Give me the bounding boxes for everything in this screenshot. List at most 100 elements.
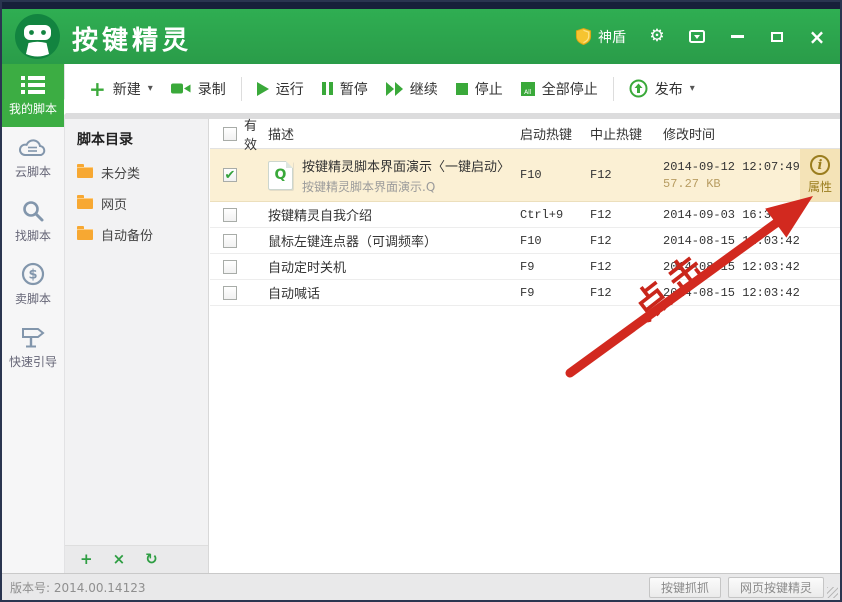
sidebar-item-sell-scripts[interactable]: $ 卖脚本 [2,253,64,316]
start-hotkey: F10 [520,168,590,182]
add-folder-button[interactable]: + [80,552,93,567]
button-label: 发布 [655,79,683,99]
column-header-start-hotkey: 启动热键 [520,128,572,143]
record-button[interactable]: 录制 [162,73,235,105]
folder-item-uncategorized[interactable]: 未分类 [65,157,208,188]
properties-label: 属性 [808,178,832,195]
sidebar-item-label: 找脚本 [15,227,51,244]
stop-all-button[interactable]: All 全部停止 [512,73,607,105]
app-title: 按键精灵 [72,20,192,57]
sidebar-item-label: 云脚本 [15,163,51,180]
start-hotkey: Ctrl+9 [520,208,590,222]
close-button[interactable]: × [808,28,826,46]
shield-badge[interactable]: 神盾 [575,27,626,47]
modified-time: 2014-08-15 12:03:42 [663,260,800,274]
version-label: 版本号: 2014.00.14123 [2,579,145,596]
settings-button[interactable]: ⚙ [648,28,666,46]
table-row[interactable]: 按键精灵自我介绍 Ctrl+9 F12 2014-09-03 16:35:5 [210,202,840,228]
column-header-valid: 有效 [244,115,268,153]
signpost-icon [20,325,46,349]
button-label: 停止 [475,79,503,99]
sidebar-item-cloud-scripts[interactable]: 云脚本 [2,127,64,190]
script-title: 按键精灵脚本界面演示〈一键启动〉 [302,156,510,175]
directory-actions-bar: + × ↻ [65,545,208,573]
stop-all-icon: All [521,82,535,96]
continue-button[interactable]: 继续 [377,73,447,105]
modified-time: 2014-09-12 12:07:49 [663,160,800,174]
resize-grip[interactable] [827,587,838,598]
file-size: 57.27 KB [663,177,800,191]
run-button[interactable]: 运行 [248,73,313,105]
maximize-button[interactable] [768,28,786,46]
refresh-button[interactable]: ↻ [145,552,158,567]
row-checkbox[interactable] [223,286,237,300]
start-hotkey: F10 [520,234,590,248]
delete-icon: × [113,550,126,568]
table-row-selected[interactable]: ✔ Q 按键精灵脚本界面演示〈一键启动〉 按键精灵脚本界面演示.Q F10 F1… [210,149,840,202]
button-label: 运行 [276,79,304,99]
properties-button[interactable]: i 属性 [800,149,840,201]
abort-hotkey: F12 [590,208,663,222]
folder-item-auto-backup[interactable]: 自动备份 [65,219,208,250]
modified-time: 2014-08-15 12:03:42 [663,234,800,248]
start-hotkey: F9 [520,286,590,300]
sidebar-item-find-scripts[interactable]: 找脚本 [2,190,64,253]
maximize-icon [771,32,783,42]
publish-button[interactable]: 发布 ▾ [620,73,704,105]
modified-time: 2014-08-15 12:03:42 [663,286,800,300]
button-label: 暂停 [340,79,368,99]
info-icon: i [810,155,830,175]
new-script-button[interactable]: + 新建 ▾ [80,73,162,105]
web-quickmacro-button[interactable]: 网页按键精灵 [728,577,824,598]
key-spy-button[interactable]: 按键抓抓 [649,577,721,598]
pause-button[interactable]: 暂停 [313,73,377,105]
close-icon: × [809,27,826,47]
app-window: 按键精灵 神盾 ⚙ [0,0,842,602]
panel-dropdown-icon [689,30,705,43]
script-title: 鼠标左键连点器（可调频率） [268,231,437,250]
folder-label: 网页 [101,194,127,213]
delete-folder-button[interactable]: × [113,552,126,567]
publish-icon [629,79,648,98]
titlebar: 按键精灵 神盾 ⚙ [2,9,840,64]
column-header-modified-time: 修改时间 [663,128,715,143]
folder-label: 未分类 [101,163,140,182]
sidebar: 我的脚本 云脚本 找脚本 $ 卖脚本 [2,64,65,573]
select-all-checkbox[interactable] [223,127,237,141]
folder-label: 自动备份 [101,225,153,244]
shield-icon [575,27,592,46]
folder-icon [77,198,93,209]
list-icon [20,74,46,96]
play-icon [257,82,269,96]
minimize-button[interactable] [728,28,746,46]
button-label: 录制 [198,79,226,99]
sidebar-item-my-scripts[interactable]: 我的脚本 [2,64,64,127]
table-row[interactable]: 自动喊话 F9 F12 2014-08-15 12:03:42 [210,280,840,306]
row-checkbox[interactable] [223,234,237,248]
sidebar-item-label: 卖脚本 [15,290,51,307]
row-checkbox[interactable] [223,260,237,274]
dollar-icon: $ [21,262,45,286]
folder-icon [77,167,93,178]
stop-button[interactable]: 停止 [447,73,512,105]
toolbar: + 新建 ▾ 录制 运行 暂停 继续 [65,64,840,113]
table-row[interactable]: 自动定时关机 F9 F12 2014-08-15 12:03:42 [210,254,840,280]
script-title: 按键精灵自我介绍 [268,205,372,224]
script-table: 有效 描述 启动热键 中止热键 修改时间 ✔ Q 按键精灵脚本界面演示〈一键启动… [210,119,840,573]
abort-hotkey: F12 [590,260,663,274]
skin-panel-button[interactable] [688,28,706,46]
toolbar-separator [613,77,614,101]
row-checkbox[interactable] [223,208,237,222]
table-row[interactable]: 鼠标左键连点器（可调频率） F10 F12 2014-08-15 12:03:4… [210,228,840,254]
button-label: 新建 [113,79,141,99]
chevron-down-icon: ▾ [690,83,695,94]
refresh-icon: ↻ [145,550,158,568]
sidebar-item-label: 快速引导 [9,353,57,370]
camera-icon [171,81,191,96]
row-checkbox-checked[interactable]: ✔ [223,168,237,182]
folder-icon [77,229,93,240]
table-header-row: 有效 描述 启动热键 中止热键 修改时间 [210,119,840,149]
folder-item-web[interactable]: 网页 [65,188,208,219]
gear-icon: ⚙ [649,28,664,45]
sidebar-item-quick-guide[interactable]: 快速引导 [2,316,64,379]
